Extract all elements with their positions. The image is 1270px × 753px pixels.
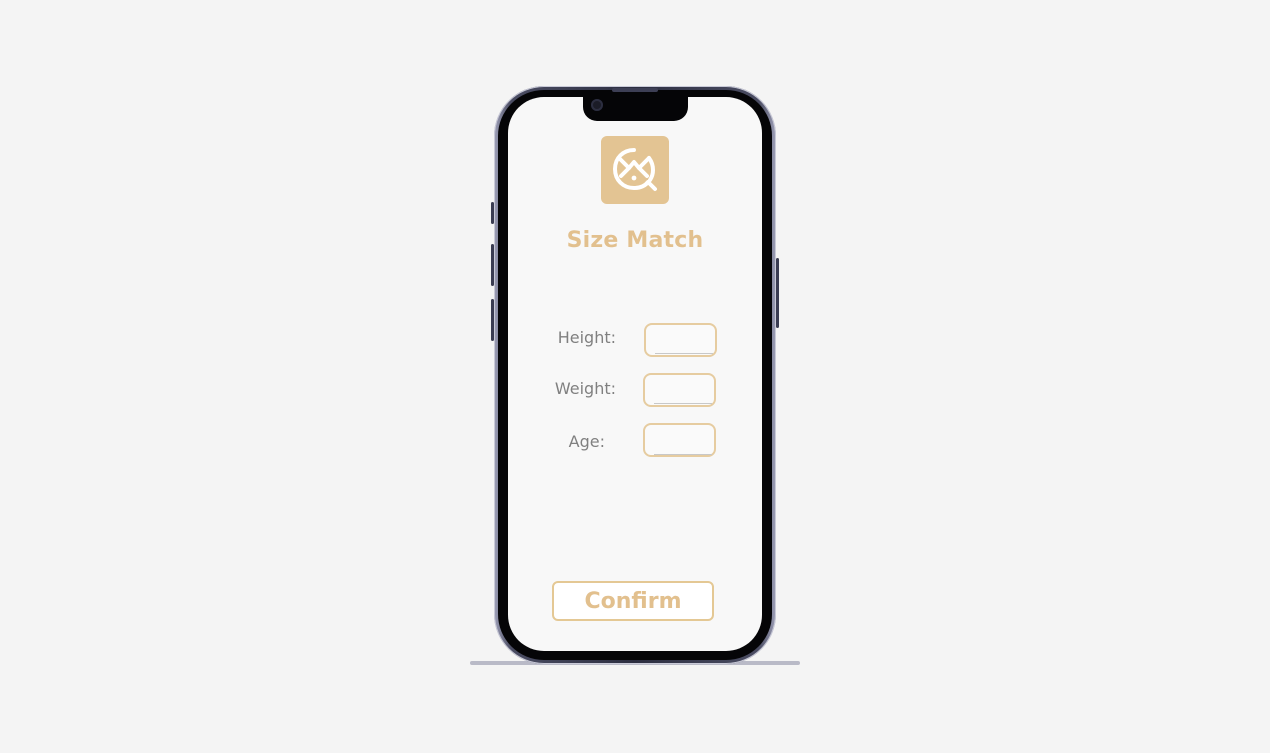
height-input[interactable] bbox=[644, 323, 717, 357]
age-input-underline bbox=[654, 454, 712, 455]
canvas: Size Match Height: Weight: Age: Confirm bbox=[0, 0, 1270, 753]
volume-down-button bbox=[491, 299, 494, 341]
front-camera bbox=[591, 99, 603, 111]
age-label: Age: bbox=[568, 432, 605, 451]
volume-up-button bbox=[491, 244, 494, 286]
weight-input-underline bbox=[654, 403, 712, 404]
app-title: Size Match bbox=[566, 228, 704, 253]
height-input-underline bbox=[655, 353, 713, 354]
height-label: Height: bbox=[557, 328, 616, 347]
confirm-button[interactable]: Confirm bbox=[552, 581, 714, 621]
weight-label: Weight: bbox=[554, 379, 616, 398]
app-screen: Size Match Height: Weight: Age: Confirm bbox=[508, 97, 762, 651]
silent-switch bbox=[491, 202, 494, 224]
speaker-grille bbox=[612, 88, 658, 92]
weight-input[interactable] bbox=[643, 373, 716, 407]
age-input[interactable] bbox=[643, 423, 716, 457]
size-match-logo-icon bbox=[601, 136, 669, 204]
power-button bbox=[776, 258, 779, 328]
